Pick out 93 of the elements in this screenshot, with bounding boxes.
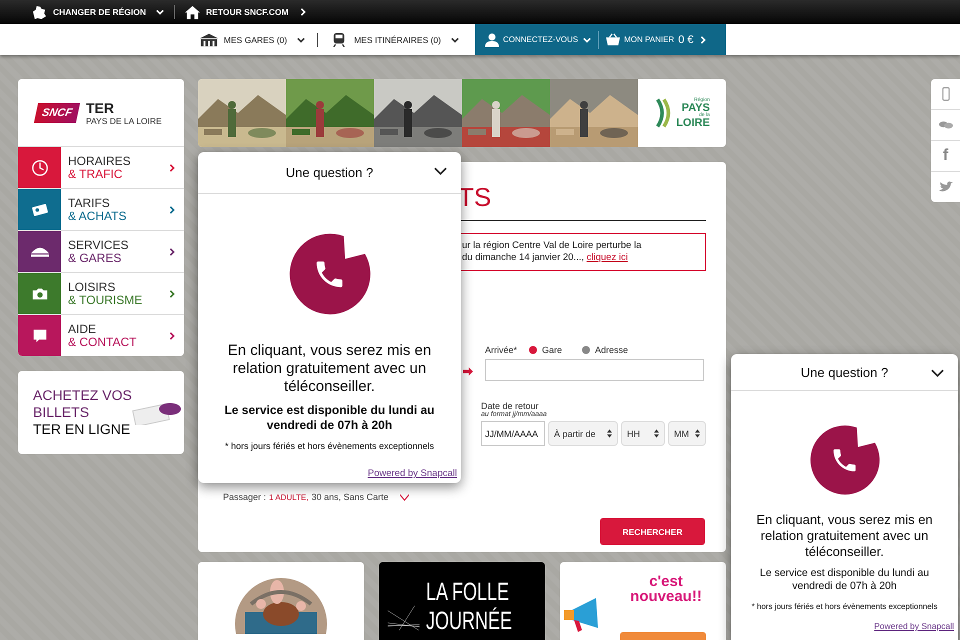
cart-link[interactable]: MON PANIER 0 € [606, 32, 706, 46]
chevron-right-icon [698, 36, 706, 44]
bird-icon [938, 180, 952, 194]
chevron-down-icon [297, 36, 306, 44]
arrow-right-icon [463, 367, 473, 376]
radio-option[interactable]: Adresse [582, 345, 628, 355]
top-link[interactable]: CHANGER DE RÉGION [32, 4, 164, 20]
menu-title: HORAIRES [68, 154, 132, 168]
popup-title: Une question ? [286, 165, 374, 180]
promo-text: ACHETEZ VOS [33, 387, 132, 404]
tile-title: LA FOLLE [426, 578, 510, 607]
tile-title: JOURNÉE [426, 607, 512, 636]
popup-message: En cliquant, vous serez mis en relation gratuitement avec un téléconseiller. [755, 512, 934, 560]
popup-title: Une question ? [800, 364, 888, 380]
region-logo-text: PAYS [682, 103, 710, 113]
tile-card[interactable] [198, 562, 364, 640]
menu-item[interactable]: HORAIRES & TRAFIC [18, 146, 184, 188]
menu-title: SERVICES [68, 238, 130, 252]
popup-note: * hors jours fériés et hors évènements exceptionnels [752, 602, 938, 611]
chevron-down-icon [451, 36, 459, 44]
top-link[interactable]: RETOUR SNCF.COM [185, 4, 307, 20]
menu-subtitle: & GARES [68, 252, 122, 264]
updown-icon [607, 429, 612, 438]
user-icon [485, 32, 499, 46]
select-field[interactable]: MM [668, 421, 706, 446]
passenger-count: 1 ADULTE, [269, 492, 308, 502]
region-logo-text: LOIRE [676, 118, 710, 128]
chevron-down-icon[interactable] [434, 167, 447, 176]
popup-message: En cliquant, vous serez mis en relation gratuitement avec un téléconseiller. [226, 342, 432, 396]
menu-subtitle: & ACHATS [68, 210, 128, 222]
powered-by-link[interactable]: Powered by Snapcall [874, 621, 954, 631]
station-icon [200, 32, 218, 46]
chevron-right-icon [298, 8, 307, 16]
login-link[interactable]: CONNECTEZ-VOUS [485, 32, 592, 46]
cart-label: MON PANIER [624, 35, 674, 44]
chevron-right-icon [168, 164, 176, 172]
menu-item[interactable]: AIDE & CONTACT [18, 314, 184, 356]
updown-icon [695, 429, 700, 438]
facebook-icon: f [942, 148, 948, 164]
nav-link[interactable]: MES GARES (0) [200, 32, 306, 46]
basket-icon [606, 32, 620, 46]
promo-card[interactable]: ACHETEZ VOS BILLETS TER EN LIGNE [18, 371, 184, 454]
date-field[interactable]: JJ/MM/AAAA [481, 421, 545, 446]
chevron-right-icon [168, 332, 176, 340]
logo-subtitle: PAYS DE LA LOIRE [86, 116, 162, 126]
powered-by-link[interactable]: Powered by Snapcall [368, 468, 457, 479]
passenger-label: Passager : [223, 492, 266, 502]
updown-icon [654, 429, 659, 438]
phone-icon[interactable] [288, 232, 372, 316]
popup-hours: Le service est disponible du lundi au vendredi de 07h à 20h [758, 567, 930, 593]
menu-subtitle: & CONTACT [68, 336, 138, 348]
chevron-down-icon [583, 36, 592, 44]
menu-title: AIDE [68, 322, 98, 336]
tile-card[interactable]: c'est nouveau!! [560, 562, 726, 640]
page-title: TS [458, 184, 492, 210]
promo-text: TER EN LIGNE [33, 421, 130, 438]
arrival-field[interactable] [485, 359, 704, 381]
passenger-details: 30 ans, Sans Carte [311, 492, 388, 502]
phone-icon[interactable] [808, 424, 880, 496]
map-icon [32, 4, 47, 20]
menu-item[interactable]: LOISIRS & TOURISME [18, 272, 184, 314]
field-label: Date de retour [481, 401, 539, 411]
field-label: Arrivée* [485, 345, 518, 355]
menu-item[interactable]: SERVICES & GARES [18, 230, 184, 272]
alert-text: du dimanche 14 janvier 20..., [462, 252, 585, 263]
chevron-right-icon [168, 290, 176, 298]
menu-subtitle: & TRAFIC [68, 168, 124, 180]
nav-link[interactable]: MES ITINÉRAIRES (0) [330, 32, 459, 46]
radio-option[interactable]: Gare [529, 345, 562, 355]
select-field[interactable]: HH [621, 421, 665, 446]
news-slogan: c'est nouveau!! [629, 574, 703, 604]
alert-link[interactable]: cliquez ici [586, 252, 628, 263]
sncf-logo: SNCF [34, 102, 80, 122]
chevron-right-icon [168, 248, 176, 256]
clock-icon [30, 158, 48, 176]
popup-note: * hors jours fériés et hors évènements exceptionnels [224, 441, 434, 451]
menu-subtitle: & TOURISME [68, 294, 144, 306]
menu-title: LOISIRS [68, 280, 116, 294]
tile-card[interactable]: LA FOLLE JOURNÉE [379, 562, 545, 640]
promo-text: BILLETS [33, 404, 90, 421]
chevron-down-icon [156, 8, 164, 16]
home-icon [185, 4, 200, 20]
search-button[interactable]: RECHERCHER [600, 518, 705, 545]
popup-hours: Le service est disponible du lundi au vendredi de 07h à 20h [223, 403, 436, 433]
cart-amount: 0 € [678, 34, 694, 46]
region-logo-mark [654, 97, 672, 129]
chevron-down-icon[interactable] [931, 369, 944, 378]
menu-title: TARIFS [68, 196, 111, 210]
chevron-right-icon [168, 206, 176, 214]
menu-item[interactable]: TARIFS & ACHATS [18, 188, 184, 230]
logo-title: TER [86, 100, 115, 116]
select-field[interactable]: À partir de [548, 421, 618, 446]
alert-text: ur la région Centre Val de Loire perturbe la [462, 240, 642, 252]
